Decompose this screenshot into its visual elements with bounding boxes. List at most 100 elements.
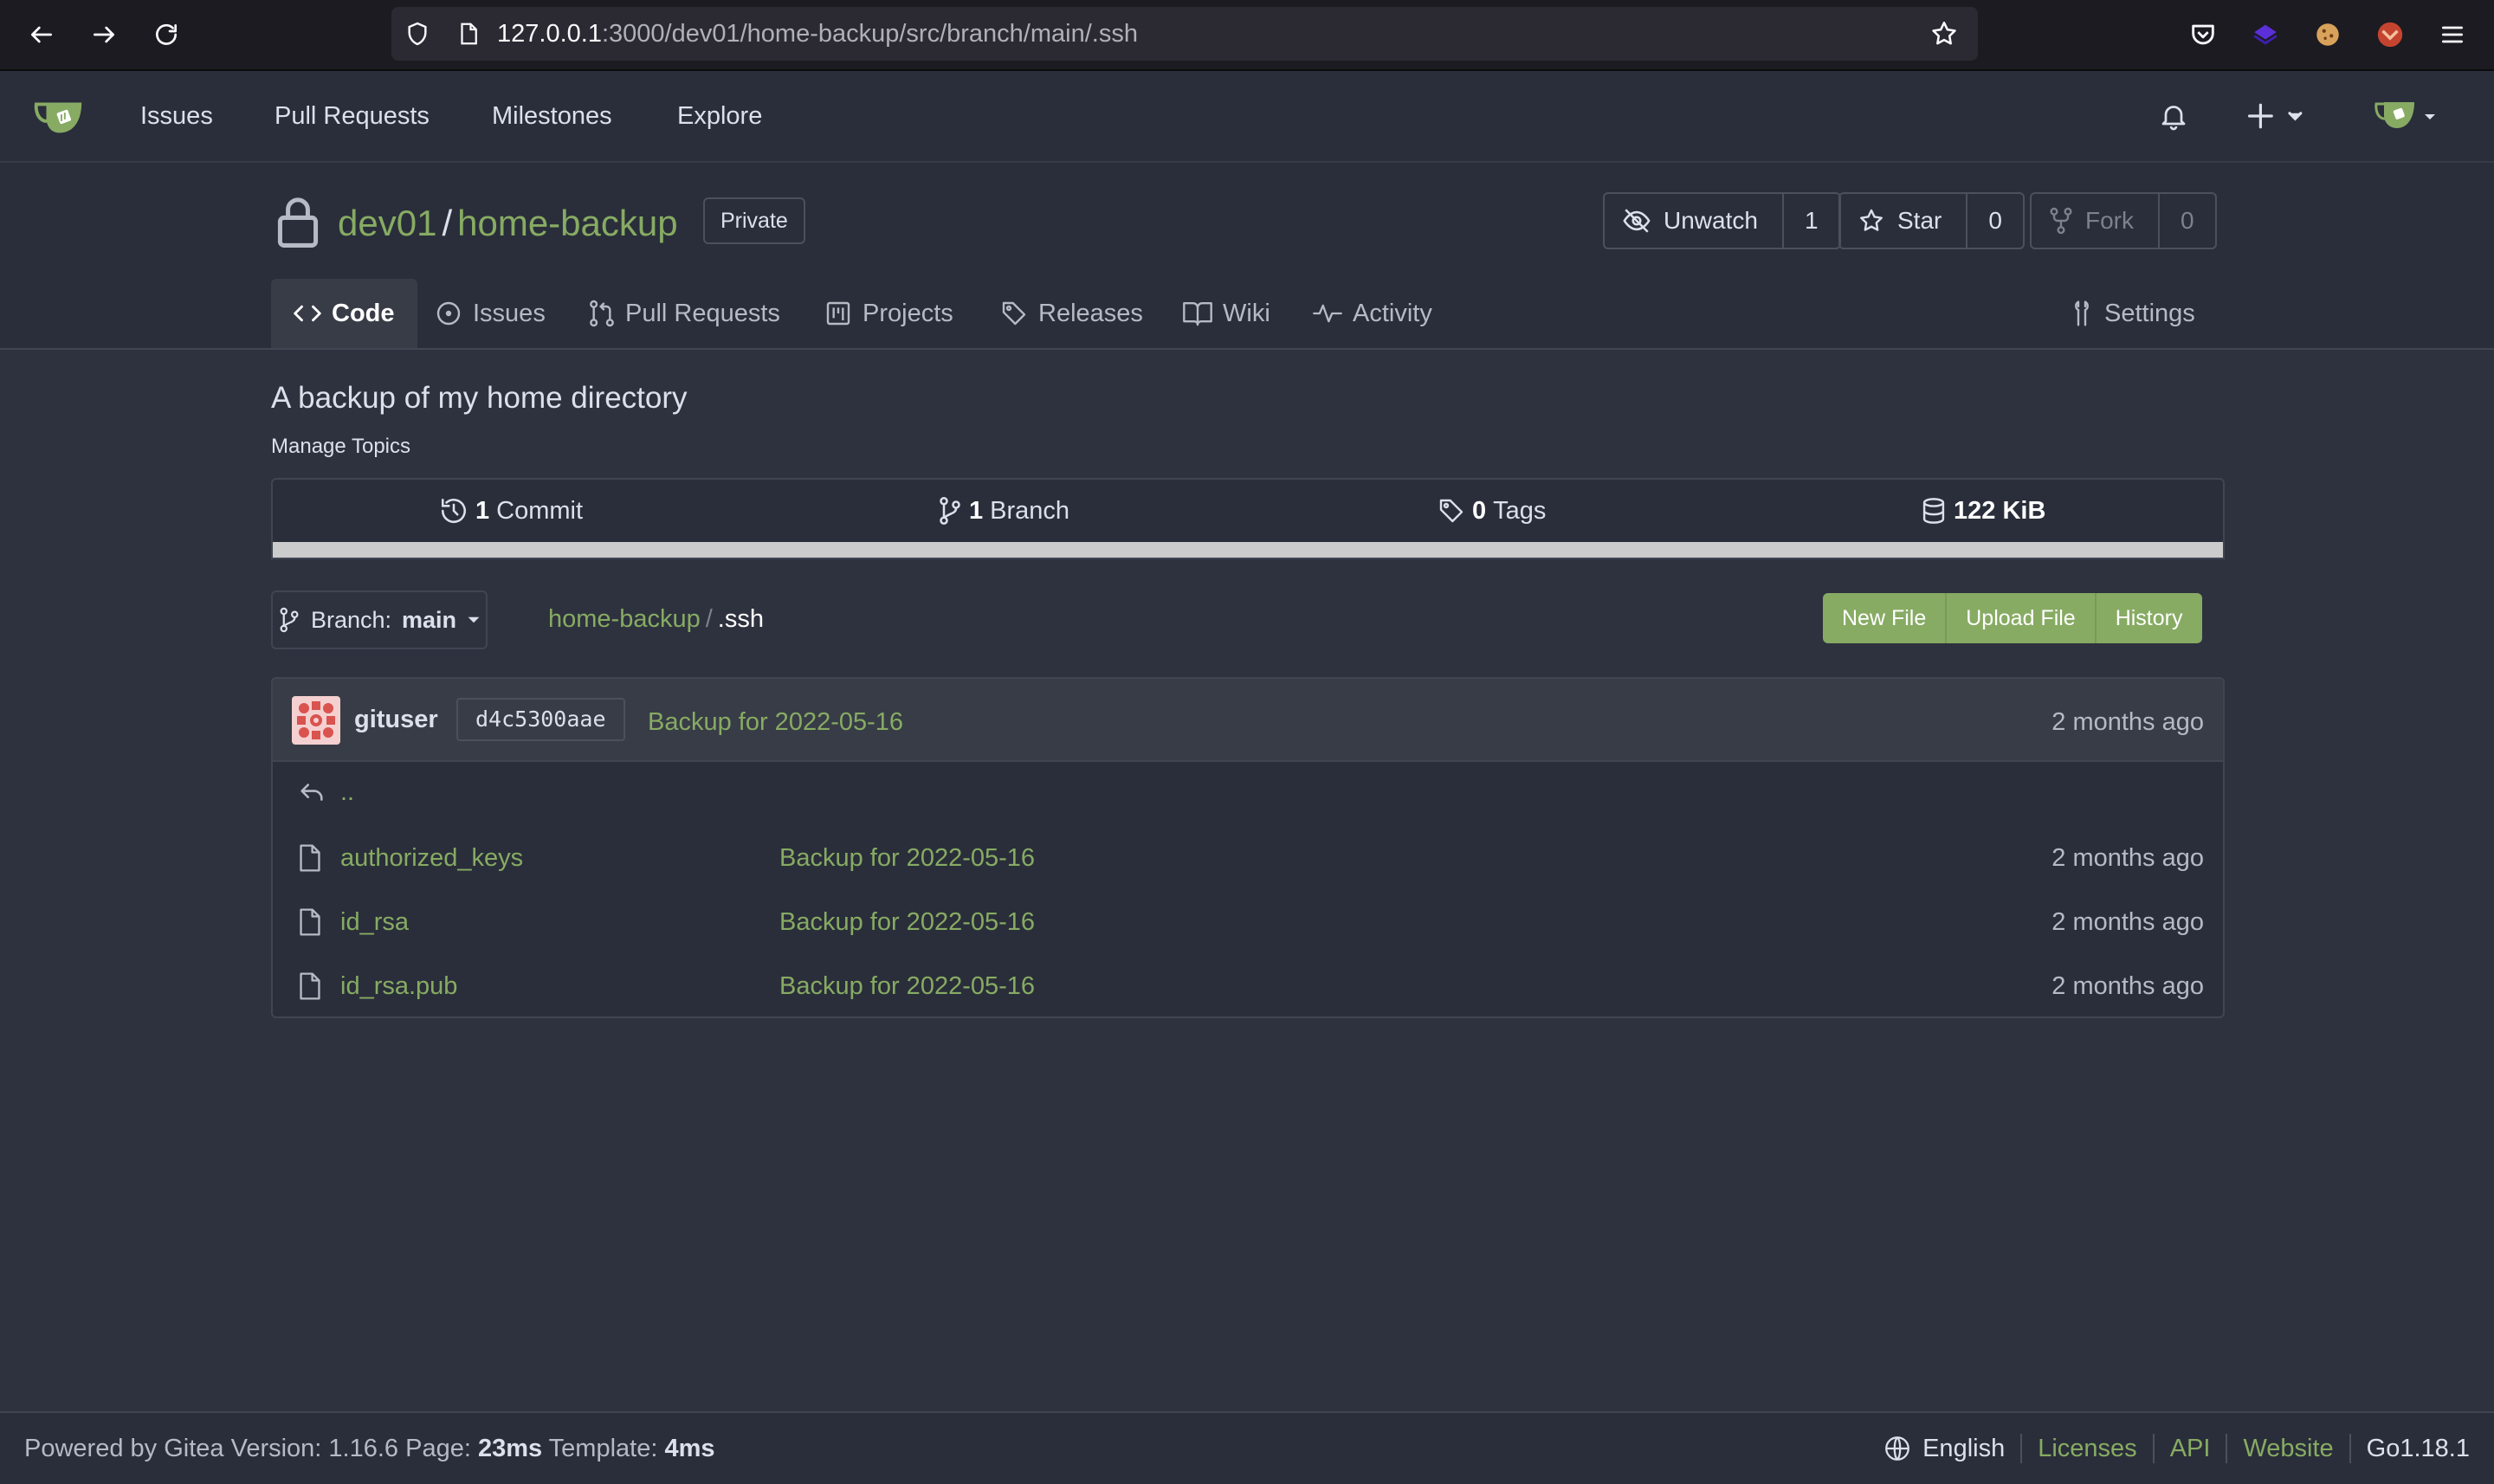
star-label: Star (1897, 207, 1942, 234)
repo-title: dev01/home-backup (338, 197, 678, 249)
file-icon (297, 907, 326, 937)
upload-file-button[interactable]: Upload File (1947, 593, 2097, 643)
commit-sha-link[interactable]: d4c5300aae (456, 698, 625, 741)
breadcrumb: home-backup / .ssh (548, 590, 764, 648)
language-stats-bar[interactable] (273, 542, 2223, 558)
tab-code[interactable]: Code (271, 279, 417, 348)
commits-stat[interactable]: 1 Commit (439, 480, 583, 542)
tab-projects-label: Projects (863, 299, 953, 327)
tab-issues[interactable]: Issues (435, 279, 546, 348)
footer-divider (2020, 1434, 2023, 1463)
tab-activity[interactable]: Activity (1313, 279, 1432, 348)
pocket-icon[interactable] (2186, 17, 2220, 52)
hamburger-menu-icon[interactable] (2435, 17, 2470, 52)
reload-icon[interactable] (145, 14, 187, 55)
file-row[interactable]: id_rsa.pub Backup for 2022-05-16 2 month… (273, 954, 2223, 1016)
address-bar[interactable]: 127.0.0.1:3000/dev01/home-backup/src/bra… (391, 7, 1978, 61)
fork-button[interactable]: Fork (2032, 194, 2158, 248)
tags-stat[interactable]: 0 Tags (1438, 480, 1546, 542)
branch-prefix: Branch: (310, 606, 392, 633)
file-row[interactable]: authorized_keys Backup for 2022-05-16 2 … (273, 826, 2223, 890)
fork-count[interactable]: 0 (2158, 194, 2215, 248)
tab-projects[interactable]: Projects (824, 279, 953, 348)
issue-icon (436, 301, 461, 326)
chevron-down-icon (468, 616, 480, 623)
manage-topics-link[interactable]: Manage Topics (271, 435, 410, 459)
commit-message-link[interactable]: Backup for 2022-05-16 (648, 679, 903, 765)
parent-dir-link[interactable]: .. (340, 760, 354, 824)
file-icon (297, 843, 326, 873)
tab-issues-label: Issues (473, 299, 546, 327)
file-commit-age: 2 months ago (2051, 972, 2204, 1000)
back-arrow-icon[interactable] (21, 14, 62, 55)
url-text[interactable]: 127.0.0.1:3000/dev01/home-backup/src/bra… (497, 7, 1138, 61)
extension-icon[interactable] (2248, 17, 2283, 52)
private-badge: Private (703, 197, 805, 244)
forward-arrow-icon[interactable] (83, 14, 125, 55)
bell-icon[interactable] (2158, 100, 2189, 132)
tab-pull-requests[interactable]: Pull Requests (589, 279, 780, 348)
branch-icon (940, 497, 960, 525)
commit-author[interactable]: gituser (354, 679, 438, 760)
branch-dropdown[interactable]: Branch: main (271, 590, 488, 649)
page-icon (456, 20, 481, 48)
branches-stat[interactable]: 1 Branch (938, 480, 1069, 542)
footer-divider (2349, 1434, 2351, 1463)
nav-pull-requests[interactable]: Pull Requests (275, 71, 430, 161)
file-icon (297, 971, 326, 1001)
star-button[interactable]: Star (1840, 194, 1966, 248)
unwatch-button[interactable]: Unwatch (1605, 194, 1782, 248)
api-link[interactable]: API (2170, 1435, 2211, 1463)
breadcrumb-repo-link[interactable]: home-backup (548, 605, 701, 633)
commits-label: Commit (496, 497, 584, 525)
website-link[interactable]: Website (2243, 1435, 2333, 1463)
footer-links: English Licenses API Website Go1.18.1 (1883, 1413, 2470, 1484)
file-name-link[interactable]: authorized_keys (340, 826, 523, 890)
fork-button-group: Fork 0 (2030, 192, 2217, 249)
file-commit-age: 2 months ago (2051, 908, 2204, 936)
file-name-link[interactable]: id_rsa (340, 890, 409, 954)
create-new-plus-icon[interactable] (2248, 102, 2310, 130)
history-icon (441, 498, 467, 524)
cookie-icon[interactable] (2310, 17, 2345, 52)
file-commit-message-link[interactable]: Backup for 2022-05-16 (779, 954, 1035, 1016)
star-count[interactable]: 0 (1966, 194, 2023, 248)
repo-owner-link[interactable]: dev01 (338, 203, 436, 243)
commit-age: 2 months ago (2051, 708, 2204, 736)
watch-count[interactable]: 1 (1781, 194, 1839, 248)
file-commit-age: 2 months ago (2051, 844, 2204, 872)
tag-icon (1002, 301, 1026, 326)
repo-name-link[interactable]: home-backup (457, 203, 677, 243)
tab-releases[interactable]: Releases (1000, 279, 1143, 348)
new-file-button[interactable]: New File (1823, 593, 1948, 643)
fox-extension-icon[interactable] (2373, 17, 2407, 52)
nav-milestones[interactable]: Milestones (492, 71, 612, 161)
breadcrumb-separator: / (705, 605, 713, 633)
user-avatar-menu[interactable] (2373, 97, 2449, 135)
nav-explore[interactable]: Explore (677, 71, 762, 161)
licenses-link[interactable]: Licenses (2038, 1435, 2136, 1463)
file-commit-message-link[interactable]: Backup for 2022-05-16 (779, 890, 1035, 954)
unwatch-label: Unwatch (1664, 207, 1758, 234)
parent-dir-row[interactable]: .. (273, 760, 2223, 824)
footer-divider (2152, 1434, 2155, 1463)
bookmark-star-icon[interactable] (1929, 19, 1959, 48)
fork-label: Fork (2085, 207, 2134, 234)
file-actions: New File Upload File History (1823, 593, 2202, 643)
history-button[interactable]: History (2096, 593, 2202, 643)
shield-icon[interactable] (404, 20, 431, 48)
star-icon (1860, 209, 1883, 231)
gitea-logo-icon[interactable] (33, 95, 87, 137)
nav-issues[interactable]: Issues (140, 71, 213, 161)
file-commit-message-link[interactable]: Backup for 2022-05-16 (779, 826, 1035, 890)
avatar[interactable] (292, 696, 340, 745)
commits-count: 1 (475, 497, 490, 525)
file-row[interactable]: id_rsa Backup for 2022-05-16 2 months ag… (273, 890, 2223, 954)
tab-wiki[interactable]: Wiki (1183, 279, 1270, 348)
file-name-link[interactable]: id_rsa.pub (340, 954, 457, 1016)
page-footer: Powered by Gitea Version: 1.16.6 Page: 2… (0, 1411, 2494, 1484)
tab-settings[interactable]: Settings (2070, 279, 2195, 348)
language-selector[interactable]: English (1883, 1434, 2005, 1463)
repo-size: 122 KiB (1954, 497, 2046, 525)
repo-stats-bar: 1 Commit 1 Branch 0 Tags 122 KiB (271, 478, 2225, 559)
